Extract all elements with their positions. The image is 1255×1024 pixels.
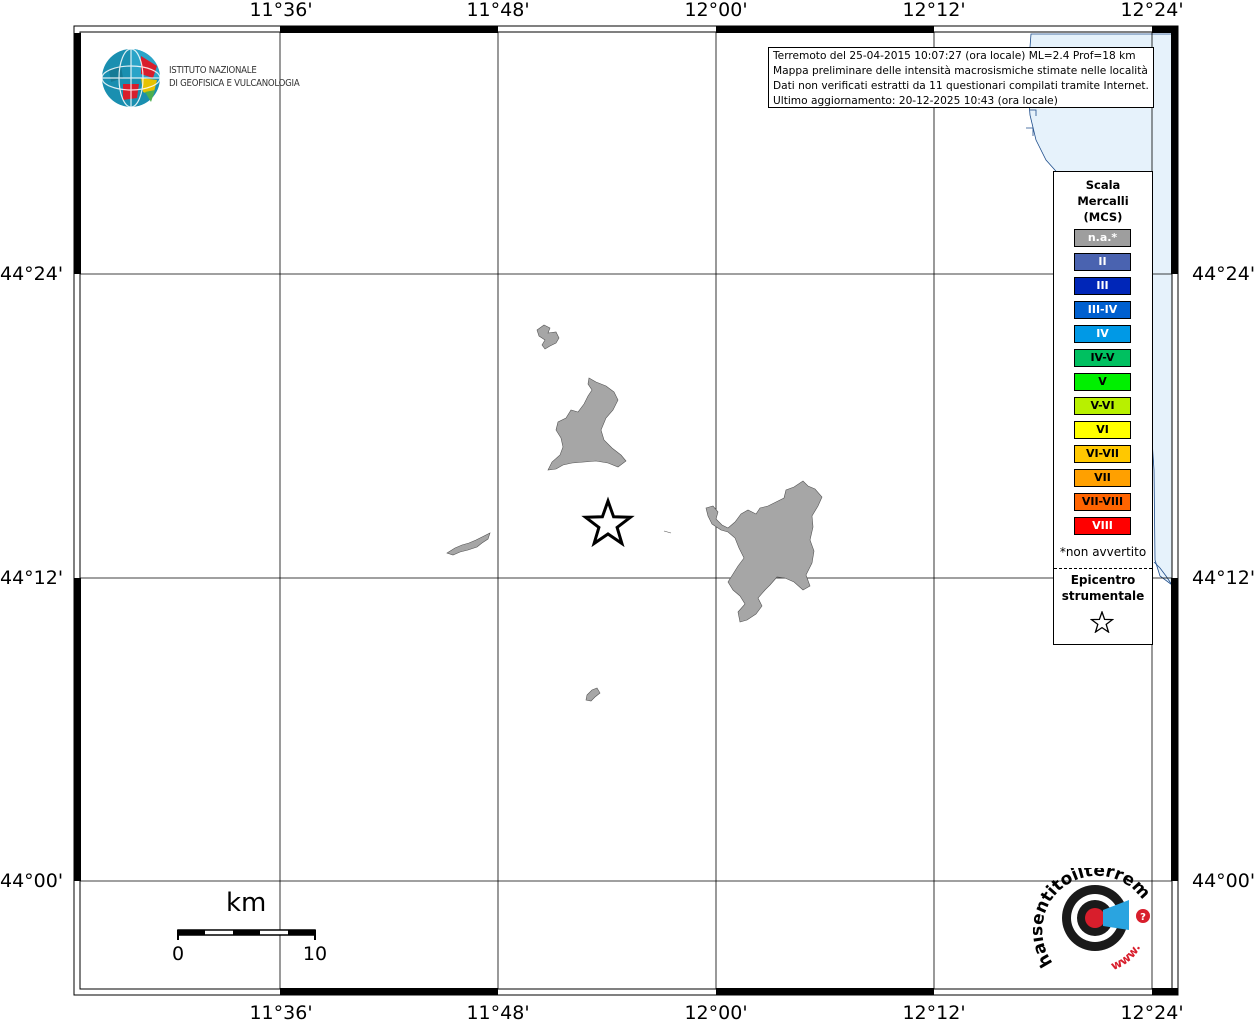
legend-item: VII-VIII xyxy=(1074,493,1131,511)
epicenter-star-icon xyxy=(581,496,635,548)
legend-title: Scala Mercalli (MCS) xyxy=(1054,177,1152,225)
legend-star-icon xyxy=(1090,611,1114,633)
frame-ticks xyxy=(74,26,1178,995)
lat-label-right: 44°12' xyxy=(1192,567,1255,589)
lon-label-top: 11°36' xyxy=(249,0,313,21)
intensity-legend: Scala Mercalli (MCS) n.a.* II III III-IV IV I… xyxy=(1053,171,1153,645)
legend-title-line: Mercalli xyxy=(1077,194,1129,208)
lat-label-right: 44°24' xyxy=(1192,263,1255,285)
haisentito-www-text: www. xyxy=(1109,941,1144,973)
lon-label-top: 12°12' xyxy=(902,0,966,21)
legend-item: IV xyxy=(1074,325,1131,343)
legend-item: V-VI xyxy=(1074,397,1131,415)
scale-bar xyxy=(177,929,316,940)
legend-item: V xyxy=(1074,373,1131,391)
map-frame xyxy=(79,31,1173,990)
institute-name-line2: DI GEOFISICA E VULCANOLOGIA xyxy=(169,78,300,89)
legend-item: II xyxy=(1074,253,1131,271)
lon-label-bottom: 12°00' xyxy=(684,1002,748,1024)
haisentito-logo: haisentitoilterremoto.it www. ? xyxy=(1033,868,1154,973)
legend-item: VI-VII xyxy=(1074,445,1131,463)
legend-epicenter-line: Epicentro xyxy=(1070,573,1136,587)
municipality-west xyxy=(446,532,491,556)
municipalities xyxy=(446,324,823,702)
municipality-north-small xyxy=(536,324,560,350)
event-info-line: Mappa preliminare delle intensità macros… xyxy=(773,65,1148,77)
map-outer-frame xyxy=(73,25,1179,996)
lon-label-top: 12°24' xyxy=(1120,0,1184,21)
legend-divider xyxy=(1054,568,1152,569)
legend-item: VII xyxy=(1074,469,1131,487)
event-info-box: Terremoto del 25-04-2015 10:07:27 (ora l… xyxy=(768,47,1154,108)
legend-title-line: Scala xyxy=(1085,178,1121,192)
municipality-north-large xyxy=(547,377,627,471)
legend-item: III xyxy=(1074,277,1131,295)
legend-note: *non avvertito xyxy=(1059,545,1147,559)
event-info-line: Ultimo aggiornamento: 20-12-2025 10:43 (… xyxy=(773,95,1058,107)
lon-label-top: 12°00' xyxy=(684,0,748,21)
lat-label-left: 44°12' xyxy=(0,567,64,589)
event-info-line: Terremoto del 25-04-2015 10:07:27 (ora l… xyxy=(773,50,1136,62)
lat-label-right: 44°00' xyxy=(1192,870,1255,892)
legend-title-line: (MCS) xyxy=(1083,210,1123,224)
legend-epicenter-line: strumentale xyxy=(1061,589,1145,603)
legend-epicenter-label: Epicentro strumentale xyxy=(1054,572,1152,604)
institute-name: ISTITUTO NAZIONALE DI GEOFISICA E VULCAN… xyxy=(169,64,300,90)
legend-item: III-IV xyxy=(1074,301,1131,319)
svg-text:?: ? xyxy=(1140,912,1146,923)
lon-label-top: 11°48' xyxy=(466,0,530,21)
lat-label-left: 44°00' xyxy=(0,870,64,892)
event-info-line: Dati non verificati estratti da 11 quest… xyxy=(773,80,1149,92)
scale-end-label: 10 xyxy=(302,943,328,965)
legend-item: IV-V xyxy=(1074,349,1131,367)
municipality-east xyxy=(705,480,823,623)
globe-icon xyxy=(101,48,161,108)
graticule xyxy=(80,32,1172,989)
legend-item: VIII xyxy=(1074,517,1131,535)
lon-label-bottom: 11°48' xyxy=(466,1002,530,1024)
lat-label-left: 44°24' xyxy=(0,263,64,285)
scale-start-label: 0 xyxy=(171,943,185,965)
lon-label-bottom: 12°12' xyxy=(902,1002,966,1024)
institute-name-line1: ISTITUTO NAZIONALE xyxy=(169,65,257,76)
scale-unit-label: km xyxy=(226,888,267,918)
municipality-south xyxy=(585,687,601,702)
legend-item: VI xyxy=(1074,421,1131,439)
municipality-dash xyxy=(663,530,672,534)
lon-label-bottom: 12°24' xyxy=(1120,1002,1184,1024)
lon-label-bottom: 11°36' xyxy=(249,1002,313,1024)
legend-item: n.a.* xyxy=(1074,229,1131,247)
